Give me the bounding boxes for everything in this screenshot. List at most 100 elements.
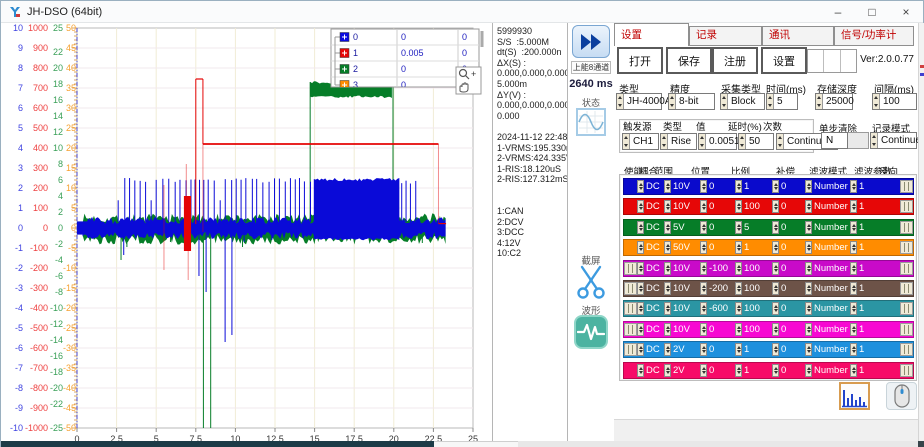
spinner-icon[interactable] (850, 262, 857, 275)
spinner-icon[interactable] (735, 200, 742, 213)
enable-indicator[interactable] (624, 363, 637, 378)
spinner-icon[interactable] (664, 180, 671, 193)
step-clear-input[interactable]: N (821, 132, 848, 149)
coupling-cell[interactable]: DC (644, 281, 664, 296)
spinner-icon[interactable] (735, 241, 742, 254)
spinner-icon[interactable] (772, 221, 779, 234)
invert-toggle[interactable] (900, 200, 913, 213)
scale-cell[interactable]: 1 (742, 240, 772, 255)
invert-toggle[interactable] (900, 302, 913, 315)
record-mode-select[interactable]: Continue (870, 132, 917, 149)
filter-mode-cell[interactable]: Number (812, 220, 850, 235)
channel-row-5[interactable]: DC10V-1001000Number1 (623, 260, 914, 277)
channel-row-2[interactable]: DC10V01000Number1 (623, 198, 914, 215)
maximize-button[interactable]: □ (855, 1, 889, 22)
filter-mode-cell[interactable]: Number (812, 261, 850, 276)
spinner-icon[interactable] (700, 241, 707, 254)
invert-toggle[interactable] (900, 262, 913, 275)
button-设置[interactable]: 设置 (761, 47, 807, 74)
trigger-input-类型[interactable]: Rise (660, 133, 697, 150)
oscilloscope-chart-area[interactable]: 02.557.51012.51517.52022.525109876543210… (1, 23, 492, 441)
enable-indicator[interactable] (624, 199, 637, 214)
spinner-icon[interactable] (700, 200, 707, 213)
filter-param-cell[interactable]: 1 (857, 342, 871, 357)
spinner-icon[interactable] (850, 180, 857, 193)
compensation-cell[interactable]: 0 (779, 281, 805, 296)
step-clear-button[interactable] (848, 132, 869, 149)
mouse-control-button[interactable] (886, 382, 917, 410)
spinner-icon[interactable] (735, 221, 742, 234)
spinner-icon[interactable] (637, 200, 644, 213)
spinner-icon[interactable] (805, 282, 812, 295)
enable-indicator[interactable] (624, 179, 637, 194)
spinner-icon[interactable] (637, 180, 644, 193)
right-scroll-strip[interactable] (918, 23, 924, 441)
chart-zoom-toolbar[interactable]: + (456, 67, 481, 94)
scale-cell[interactable]: 1 (742, 342, 772, 357)
position-cell[interactable]: 0 (707, 322, 735, 337)
filter-param-cell[interactable]: 1 (857, 261, 871, 276)
enable-toggle[interactable] (624, 343, 637, 356)
spinner-icon[interactable] (735, 343, 742, 356)
position-cell[interactable]: 0 (707, 199, 735, 214)
coupling-cell[interactable]: DC (644, 301, 664, 316)
trigger-input-触发源[interactable]: CH1 (622, 133, 659, 150)
spinner-icon[interactable] (850, 282, 857, 295)
spinner-icon[interactable] (805, 262, 812, 275)
enable-toggle[interactable] (624, 262, 637, 275)
range-cell[interactable]: 10V (671, 281, 700, 296)
compensation-cell[interactable]: 0 (779, 240, 805, 255)
status-waveform-icon[interactable] (576, 108, 606, 136)
coupling-cell[interactable]: DC (644, 179, 664, 194)
coupling-cell[interactable]: DC (644, 199, 664, 214)
invert-toggle[interactable] (900, 364, 913, 377)
spinner-icon[interactable] (700, 343, 707, 356)
spinner-icon[interactable] (617, 94, 624, 109)
coupling-cell[interactable]: DC (644, 342, 664, 357)
range-cell[interactable]: 10V (671, 322, 700, 337)
spinner-icon[interactable] (664, 343, 671, 356)
spinner-icon[interactable] (637, 241, 644, 254)
spinner-icon[interactable] (700, 282, 707, 295)
filter-mode-cell[interactable]: Number (812, 322, 850, 337)
channel-row-9[interactable]: DC2V010Number1 (623, 341, 914, 358)
scale-cell[interactable]: 100 (742, 281, 772, 296)
spinner-icon[interactable] (772, 200, 779, 213)
spinner-icon[interactable] (735, 323, 742, 336)
spinner-icon[interactable] (735, 180, 742, 193)
spinner-icon[interactable] (850, 200, 857, 213)
channel-row-7[interactable]: DC10V-6001000Number1 (623, 300, 914, 317)
compensation-cell[interactable]: 0 (779, 363, 805, 378)
scrollbar-thumb[interactable] (1, 441, 434, 447)
compensation-cell[interactable]: 0 (779, 342, 805, 357)
spinner-icon[interactable] (805, 364, 812, 377)
trigger-input-值[interactable]: 0.0051 (698, 133, 737, 150)
waveform-view-button[interactable] (574, 315, 608, 349)
filter-mode-cell[interactable]: Number (812, 240, 850, 255)
field-input-类型[interactable]: JH-4000A (616, 93, 662, 110)
range-cell[interactable]: 2V (671, 342, 700, 357)
compensation-cell[interactable]: 0 (779, 301, 805, 316)
spinner-icon[interactable] (664, 200, 671, 213)
spinner-icon[interactable] (772, 343, 779, 356)
spinner-icon[interactable] (664, 302, 671, 315)
filter-mode-cell[interactable]: Number (812, 199, 850, 214)
spinner-icon[interactable] (735, 282, 742, 295)
enable-indicator[interactable] (624, 220, 637, 235)
filter-param-cell[interactable]: 1 (857, 281, 871, 296)
position-cell[interactable]: 0 (707, 363, 735, 378)
channel-row-6[interactable]: DC10V-2001000Number1 (623, 280, 914, 297)
spinner-icon[interactable] (805, 200, 812, 213)
invert-toggle[interactable] (900, 221, 913, 234)
spinner-icon[interactable] (637, 262, 644, 275)
position-cell[interactable]: 0 (707, 240, 735, 255)
spinner-icon[interactable] (850, 221, 857, 234)
spinner-icon[interactable] (805, 323, 812, 336)
filter-mode-cell[interactable]: Number (812, 301, 850, 316)
invert-toggle[interactable] (900, 343, 913, 356)
spinner-icon[interactable] (772, 364, 779, 377)
coupling-cell[interactable]: DC (644, 322, 664, 337)
spinner-icon[interactable] (767, 94, 774, 109)
spinner-icon[interactable] (873, 94, 880, 109)
spinner-icon[interactable] (664, 221, 671, 234)
